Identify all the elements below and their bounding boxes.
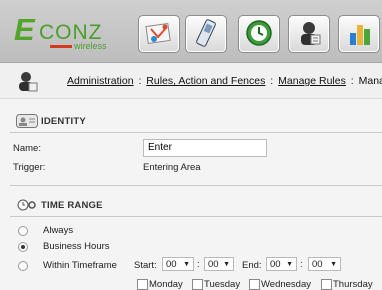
identity-section-title: IDENTITY [41, 116, 86, 127]
start-label: Start: [134, 260, 157, 271]
breadcrumb-manage-rules[interactable]: Manage Rules [278, 75, 346, 87]
clock-settings-icon [17, 199, 36, 211]
chevron-down-icon: ▼ [330, 261, 337, 268]
radio-always[interactable] [18, 226, 28, 236]
logo-letter: E [14, 12, 35, 47]
checkbox-wednesday[interactable] [249, 279, 260, 290]
breadcrumb-separator: : [350, 75, 354, 87]
always-label: Always [43, 225, 74, 236]
chart-icon [350, 25, 370, 45]
end-minute-select[interactable]: 00 ▼ [308, 257, 341, 271]
radio-business-hours[interactable] [18, 242, 28, 252]
within-timeframe-label: Within Timeframe [43, 260, 117, 271]
section-divider [10, 132, 382, 133]
logo-subtext: wireless [74, 41, 107, 51]
start-minute-value: 00 [208, 259, 219, 270]
section-divider [10, 216, 382, 217]
breadcrumb-bar: Administration : Rules, Action and Fence… [0, 63, 382, 99]
breadcrumb-separator: : [138, 75, 142, 87]
trigger-label: Trigger: [13, 162, 46, 173]
trigger-value: Entering Area [143, 162, 201, 173]
thursday-label: Thursday [333, 279, 373, 290]
breadcrumb-administration[interactable]: Administration [67, 75, 134, 87]
monday-label: Monday [149, 279, 183, 290]
app-header: E CONZ wireless [0, 0, 382, 63]
user-admin-icon [301, 22, 321, 45]
phone-button[interactable] [185, 15, 227, 53]
checkbox-tuesday[interactable] [192, 279, 203, 290]
tuesday-label: Tuesday [204, 279, 241, 290]
time-colon: : [197, 259, 200, 270]
wednesday-label: Wednesday [261, 279, 311, 290]
start-hour-value: 00 [166, 259, 177, 270]
phone-icon [196, 19, 216, 47]
map-button[interactable] [138, 15, 180, 53]
map-icon [145, 22, 171, 45]
section-divider [10, 185, 382, 186]
chevron-down-icon: ▼ [183, 261, 190, 268]
chevron-down-icon: ▼ [223, 261, 230, 268]
breadcrumb-separator: : [270, 75, 274, 87]
start-hour-select[interactable]: 00 ▼ [162, 257, 194, 271]
end-label: End: [242, 260, 262, 271]
name-label: Name: [13, 143, 41, 154]
clock-button[interactable] [238, 15, 280, 53]
chart-button[interactable] [338, 15, 380, 53]
business-hours-label: Business Hours [43, 241, 110, 252]
end-hour-select[interactable]: 00 ▼ [266, 257, 297, 271]
checkbox-thursday[interactable] [321, 279, 332, 290]
user-admin-icon [19, 72, 38, 92]
time-range-section-title: TIME RANGE [41, 200, 103, 211]
breadcrumb-rules-action-fences[interactable]: Rules, Action and Fences [146, 75, 265, 87]
id-card-icon [16, 114, 38, 128]
breadcrumb: Administration : Rules, Action and Fence… [67, 75, 382, 87]
breadcrumb-current: Manag [358, 75, 382, 87]
chevron-down-icon: ▼ [286, 261, 293, 268]
start-minute-select[interactable]: 00 ▼ [204, 257, 234, 271]
checkbox-monday[interactable] [137, 279, 148, 290]
end-hour-value: 00 [270, 259, 281, 270]
clock-icon [246, 20, 272, 46]
radio-within-timeframe[interactable] [18, 261, 28, 271]
logo-accent-bar [50, 45, 72, 48]
time-colon: : [300, 259, 303, 270]
user-admin-button[interactable] [288, 15, 330, 53]
end-minute-value: 00 [312, 259, 323, 270]
name-field[interactable] [143, 139, 267, 157]
